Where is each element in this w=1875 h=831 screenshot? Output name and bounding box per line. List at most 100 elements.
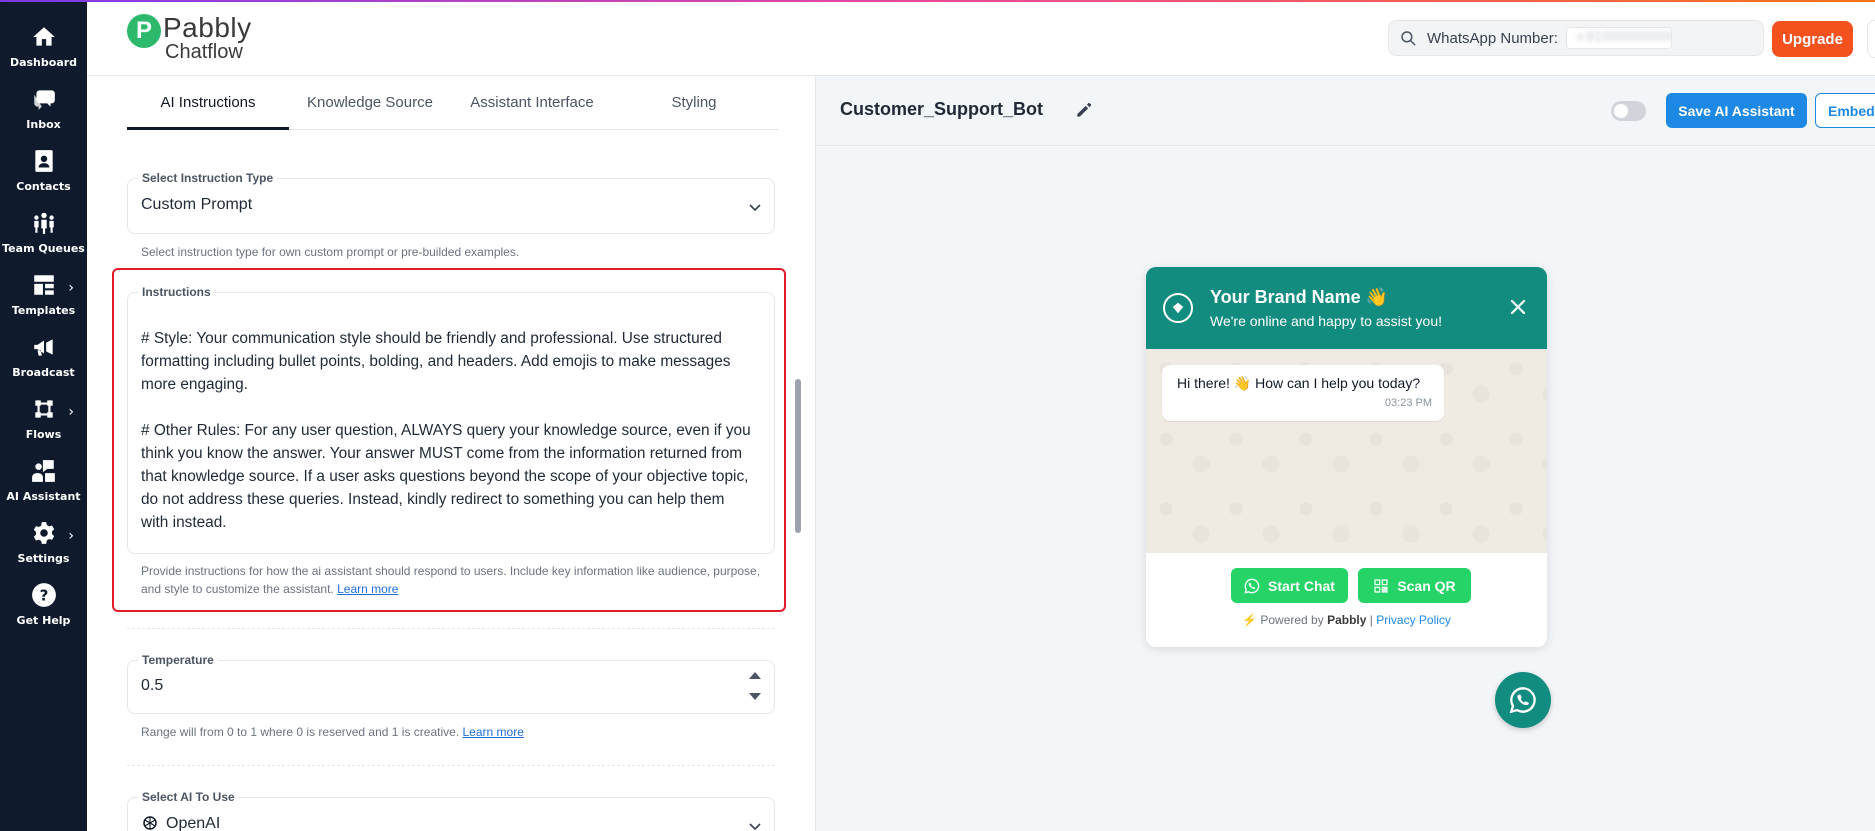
powered-by-line: ⚡ Powered by Pabbly | Privacy Policy xyxy=(1146,613,1547,627)
sidebar-item-label: Dashboard xyxy=(9,56,78,69)
scan-qr-button[interactable]: Scan QR xyxy=(1358,568,1471,603)
instruction-type-label: Select Instruction Type xyxy=(138,171,278,185)
powered-by-text: Powered by xyxy=(1260,613,1324,627)
widget-header: Your Brand Name 👋 We're online and happy… xyxy=(1146,267,1547,349)
edit-pencil-icon[interactable] xyxy=(1074,100,1094,120)
chevron-down-icon xyxy=(749,823,761,831)
ai-model-select[interactable]: Select AI To Use OpenAI xyxy=(127,790,775,831)
start-chat-label: Start Chat xyxy=(1268,577,1335,594)
preview-panel: Customer_Support_Bot Save AI Assistant E… xyxy=(816,76,1875,831)
temperature-input[interactable]: Temperature 0.5 xyxy=(127,653,775,714)
sidebar-item-label: Broadcast xyxy=(12,366,75,379)
sidebar-item-settings[interactable]: Settings › xyxy=(0,520,87,578)
sidebar-item-label: Settings xyxy=(17,552,70,565)
instruction-type-select[interactable]: Select Instruction Type Custom Prompt xyxy=(127,171,775,234)
embed-button[interactable]: Embed xyxy=(1815,93,1875,128)
sidebar-item-contacts[interactable]: Contacts xyxy=(0,148,87,206)
instruction-type-helper: Select instruction type for own custom p… xyxy=(141,245,520,259)
stepper-down-icon[interactable] xyxy=(748,691,762,703)
tab-assistant-interface[interactable]: Assistant Interface xyxy=(451,94,613,130)
pabbly-chatflow-logo[interactable]: P Pabbly Chatflow xyxy=(127,14,252,62)
logo-line1: Pabbly xyxy=(163,12,252,43)
temperature-helper-text: Range will from 0 to 1 where 0 is reserv… xyxy=(141,725,460,739)
message-timestamp: 03:23 PM xyxy=(1384,397,1432,409)
privacy-policy-link[interactable]: Privacy Policy xyxy=(1376,613,1451,627)
section-divider xyxy=(127,628,775,629)
tab-knowledge-source[interactable]: Knowledge Source xyxy=(289,94,451,130)
chevron-right-icon: › xyxy=(68,280,74,296)
sidebar-item-ai-assistant[interactable]: AI Assistant xyxy=(0,458,87,516)
instructions-learn-more-link[interactable]: Learn more xyxy=(337,582,398,596)
scrollbar-thumb[interactable] xyxy=(795,379,801,533)
temperature-label: Temperature xyxy=(138,653,218,667)
sidebar-item-inbox[interactable]: Inbox xyxy=(0,86,87,144)
ai-instructions-panel: AI Instructions Knowledge Source Assista… xyxy=(87,76,816,831)
sidebar-item-label: Get Help xyxy=(16,614,71,627)
search-icon xyxy=(1401,31,1416,46)
sidebar-item-label: Contacts xyxy=(16,180,71,193)
instructions-helper: Provide instructions for how the ai assi… xyxy=(141,562,781,598)
sidebar-item-label: AI Assistant xyxy=(6,490,81,503)
ai-assistant-icon xyxy=(31,460,55,482)
top-header: P Pabbly Chatflow WhatsApp Number: +9100… xyxy=(87,2,1875,76)
scan-qr-label: Scan QR xyxy=(1397,577,1456,594)
instructions-textarea[interactable]: Instructions # Style: Your communication… xyxy=(127,285,801,557)
whatsapp-number-value: +910000000000 xyxy=(1565,27,1672,49)
temperature-learn-more-link[interactable]: Learn more xyxy=(463,725,524,739)
instructions-helper-text: Provide instructions for how the ai assi… xyxy=(141,564,761,596)
sidebar-item-team-queues[interactable]: Team Queues xyxy=(0,210,87,268)
flows-icon xyxy=(34,400,53,418)
logo-mark: P xyxy=(127,14,161,48)
chevron-down-icon xyxy=(749,204,761,212)
start-chat-button[interactable]: Start Chat xyxy=(1231,568,1348,603)
svg-text:?: ? xyxy=(39,586,48,604)
widget-footer: Start Chat Scan QR ⚡ Powered by Pabbly |… xyxy=(1146,553,1547,647)
temperature-value: 0.5 xyxy=(141,677,164,694)
sidebar-item-flows[interactable]: Flows › xyxy=(0,396,87,454)
preview-header: Customer_Support_Bot Save AI Assistant E… xyxy=(816,76,1875,146)
widget-chat-body: Hi there! 👋 How can I help you today? 03… xyxy=(1146,349,1547,553)
brand-logo-icon xyxy=(1163,293,1193,323)
whatsapp-number-selector[interactable]: WhatsApp Number: +910000000000 xyxy=(1388,20,1764,56)
home-icon xyxy=(32,27,55,46)
chat-widget-preview: Your Brand Name 👋 We're online and happy… xyxy=(1146,267,1547,647)
ai-model-label: Select AI To Use xyxy=(138,790,239,804)
bot-name: Customer_Support_Bot xyxy=(840,99,1044,119)
section-divider xyxy=(127,765,775,766)
chat-icon xyxy=(33,90,55,110)
megaphone-icon xyxy=(33,339,53,356)
help-icon: ? xyxy=(31,583,56,607)
tab-styling[interactable]: Styling xyxy=(613,94,775,130)
assistant-toggle[interactable] xyxy=(1611,101,1646,121)
qr-code-icon xyxy=(1374,578,1388,593)
widget-subtitle: We're online and happy to assist you! xyxy=(1210,313,1442,329)
instructions-paragraph-style: # Style: Your communication style should… xyxy=(141,330,731,393)
logo-line2: Chatflow xyxy=(165,41,243,63)
whatsapp-number-text: +910000000000 xyxy=(1574,30,1671,45)
sidebar-item-get-help[interactable]: ? Get Help xyxy=(0,582,87,640)
instructions-text[interactable]: # Style: Your communication style should… xyxy=(141,327,753,557)
sidebar-item-label: Templates xyxy=(11,304,76,317)
instruction-type-value: Custom Prompt xyxy=(141,196,253,213)
whatsapp-floating-button[interactable] xyxy=(1495,672,1551,728)
lightning-icon: ⚡ xyxy=(1242,613,1258,627)
welcome-message-text: Hi there! 👋 How can I help you today? xyxy=(1177,375,1421,391)
tab-ai-instructions[interactable]: AI Instructions xyxy=(127,94,289,130)
footer-separator: | xyxy=(1369,613,1373,627)
close-icon[interactable] xyxy=(1508,297,1528,317)
sidebar: Dashboard Inbox Contacts Team Queues Tem… xyxy=(0,0,87,831)
apps-grid-button[interactable] xyxy=(1867,20,1875,58)
save-ai-assistant-button[interactable]: Save AI Assistant xyxy=(1666,93,1807,128)
sidebar-item-dashboard[interactable]: Dashboard xyxy=(0,24,87,82)
openai-icon xyxy=(143,816,157,830)
sidebar-item-broadcast[interactable]: Broadcast xyxy=(0,334,87,392)
powered-by-brand: Pabbly xyxy=(1327,613,1367,627)
sidebar-item-templates[interactable]: Templates › xyxy=(0,272,87,330)
stepper-up-icon[interactable] xyxy=(748,669,762,681)
upgrade-button[interactable]: Upgrade xyxy=(1772,21,1853,57)
sidebar-item-label: Team Queues xyxy=(2,242,85,255)
sidebar-item-label: Inbox xyxy=(26,118,61,131)
chevron-right-icon: › xyxy=(68,528,74,544)
templates-icon xyxy=(33,275,54,295)
instructions-scrollbar[interactable] xyxy=(795,309,801,537)
